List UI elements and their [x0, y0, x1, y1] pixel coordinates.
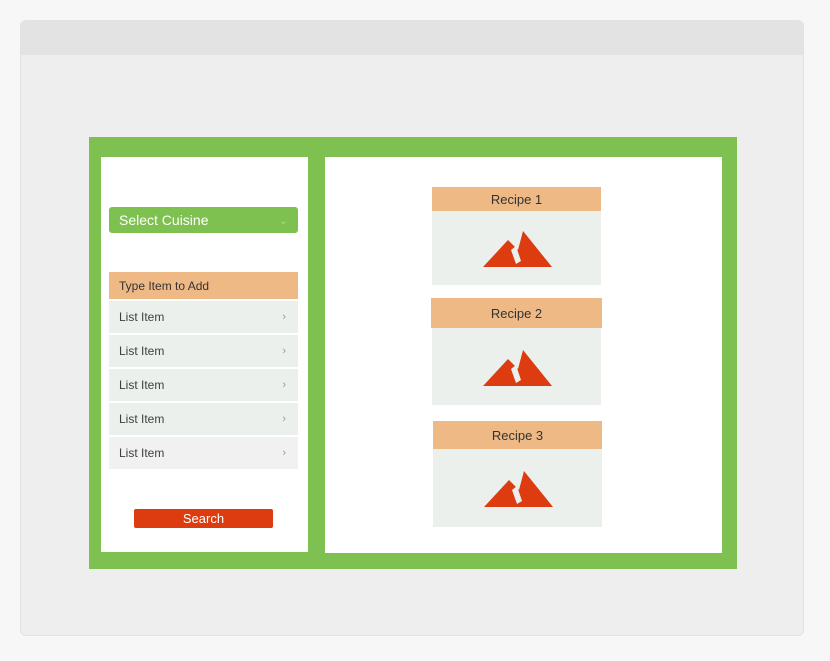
list-item-label: List Item	[119, 378, 165, 392]
recipe-card[interactable]: Recipe 1	[432, 187, 601, 285]
list-item-label: List Item	[119, 412, 165, 426]
recipe-card[interactable]: Recipe 3	[433, 421, 602, 527]
app-window: Select Cuisine ⌄ Type Item to Add List I…	[20, 20, 804, 636]
app-frame: Select Cuisine ⌄ Type Item to Add List I…	[89, 137, 737, 569]
chevron-right-icon: ›	[282, 345, 286, 357]
window-titlebar	[21, 21, 803, 55]
recipe-card[interactable]: Recipe 2	[431, 298, 602, 405]
chevron-right-icon: ›	[282, 311, 286, 323]
image-placeholder-icon	[483, 471, 553, 507]
list-item-label: List Item	[119, 446, 165, 460]
list-item[interactable]: List Item ›	[109, 437, 298, 469]
recipe-title: Recipe 2	[431, 298, 602, 328]
list-item[interactable]: List Item ›	[109, 335, 298, 367]
search-button[interactable]: Search	[134, 509, 273, 528]
recipe-title-text: Recipe 3	[491, 427, 544, 443]
chevron-right-icon: ›	[282, 447, 286, 459]
list-item-label: List Item	[119, 344, 165, 358]
recipe-title-text: Recipe 2	[490, 305, 543, 321]
cuisine-dropdown[interactable]: Select Cuisine ⌄	[109, 207, 298, 233]
list-item[interactable]: List Item ›	[109, 301, 298, 333]
list-header-label: Type Item to Add	[119, 278, 210, 293]
item-list: Type Item to Add List Item › List Item ›…	[109, 272, 298, 469]
list-item-label: List Item	[119, 310, 165, 324]
search-button-label: Search	[182, 511, 225, 526]
chevron-right-icon: ›	[282, 379, 286, 391]
image-placeholder-icon	[482, 349, 552, 386]
recipe-panel: Recipe 1 Recipe 2 Recipe 3	[325, 157, 722, 553]
recipe-image	[432, 328, 601, 405]
recipe-title: Recipe 1	[432, 187, 601, 211]
list-item[interactable]: List Item ›	[109, 369, 298, 401]
recipe-title: Recipe 3	[433, 421, 602, 449]
recipe-title-text: Recipe 1	[490, 191, 543, 207]
cuisine-dropdown-label: Select Cuisine	[119, 212, 209, 228]
list-header[interactable]: Type Item to Add	[109, 272, 298, 299]
list-item[interactable]: List Item ›	[109, 403, 298, 435]
image-placeholder-icon	[482, 231, 552, 267]
recipe-image	[432, 211, 601, 285]
left-panel: Select Cuisine ⌄ Type Item to Add List I…	[101, 157, 308, 552]
chevron-down-icon: ⌄	[278, 214, 288, 227]
recipe-image	[433, 449, 602, 527]
chevron-right-icon: ›	[282, 413, 286, 425]
